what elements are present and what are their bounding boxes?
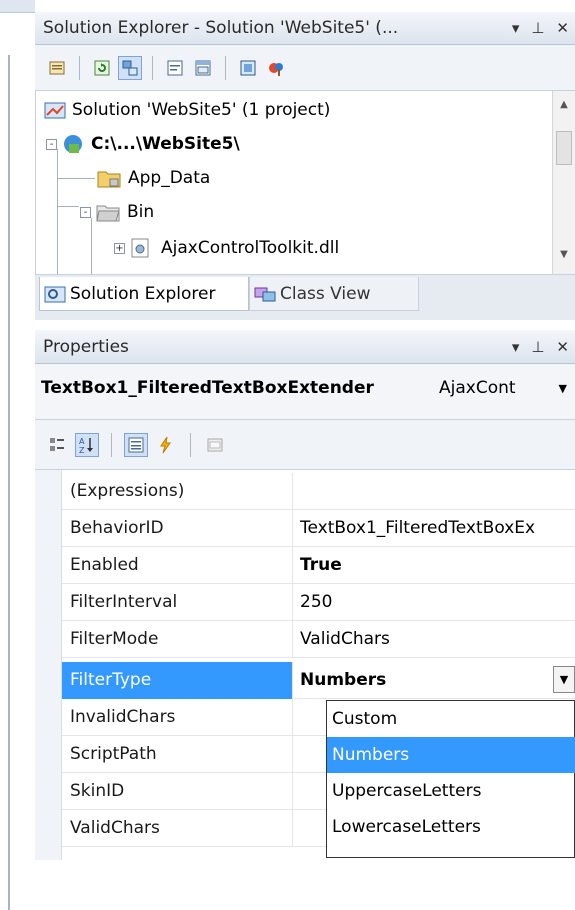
tab-solution-explorer[interactable]: Solution Explorer: [39, 277, 249, 311]
left-dock-tab[interactable]: [0, 0, 35, 13]
tab-label: Solution Explorer: [70, 283, 216, 304]
window-position-dropdown[interactable]: ▾: [512, 12, 520, 44]
svg-text:Z: Z: [79, 446, 85, 454]
collapse-icon[interactable]: -: [46, 138, 57, 150]
events-icon[interactable]: [154, 433, 178, 457]
class-view-icon: [254, 287, 276, 301]
nest-related-files-icon[interactable]: [118, 55, 142, 80]
property-name: SkinID: [70, 781, 125, 801]
property-row[interactable]: (Expressions): [62, 473, 575, 510]
folder-icon: [97, 171, 121, 188]
property-name: InvalidChars: [70, 707, 176, 727]
property-row[interactable]: Enabled True: [62, 547, 575, 584]
filter-type-dropdown-list[interactable]: Custom Numbers UppercaseLetters Lowercas…: [326, 700, 575, 858]
properties-toolbar: AZ: [35, 420, 575, 470]
asp-config-icon[interactable]: [264, 56, 288, 80]
window-position-dropdown[interactable]: ▾: [512, 330, 520, 364]
property-row[interactable]: BehaviorID TextBox1_FilteredTextBoxEx: [62, 510, 575, 547]
dropdown-option[interactable]: UppercaseLetters: [327, 773, 575, 809]
tree-item-label: AjaxControlToolkit.dll: [161, 238, 340, 258]
property-name: FilterType: [70, 670, 152, 690]
dropdown-option-selected[interactable]: Numbers: [327, 737, 575, 773]
property-name: (Expressions): [70, 481, 185, 501]
toolbar-separator: [111, 432, 112, 457]
chevron-down-icon[interactable]: ▼: [559, 382, 567, 395]
dll-icon: [131, 238, 149, 258]
scroll-up-arrow[interactable]: ▲: [553, 99, 575, 110]
dock-splitter[interactable]: [8, 55, 10, 910]
tree-item-solution[interactable]: Solution 'WebSite5' (1 project): [44, 93, 330, 127]
properties-icon[interactable]: [124, 432, 148, 457]
property-value[interactable]: TextBox1_FilteredTextBoxEx: [300, 510, 575, 547]
svg-text:A: A: [79, 437, 85, 446]
property-name: ScriptPath: [70, 744, 157, 764]
object-selector[interactable]: TextBox1_FilteredTextBoxExtender AjaxCon…: [35, 364, 575, 420]
tree-item-app-data[interactable]: App_Data: [96, 161, 210, 195]
tree-item-dll[interactable]: + AjaxControlToolkit.dll: [114, 231, 339, 265]
solution-explorer-toolbar: [35, 45, 575, 91]
categorized-icon[interactable]: [45, 433, 69, 457]
tree-guide-line: [57, 149, 58, 274]
properties-title-bar: Properties ▾ ⊥ ✕: [35, 330, 575, 364]
property-value[interactable]: 250: [300, 584, 575, 621]
website-project-icon: [64, 135, 82, 153]
property-pages-icon[interactable]: [203, 433, 227, 457]
properties-title: Properties: [43, 337, 129, 357]
copy-website-icon[interactable]: [236, 56, 260, 80]
scroll-thumb[interactable]: [556, 131, 572, 165]
toolbar-separator: [152, 55, 153, 80]
solution-explorer-icon: [44, 286, 66, 302]
alphabetical-icon[interactable]: AZ: [75, 432, 99, 457]
property-value[interactable]: ValidChars: [300, 621, 575, 658]
folder-open-icon: [96, 205, 120, 222]
property-row-selected[interactable]: FilterType Numbers ▼: [62, 662, 575, 699]
properties-icon[interactable]: [45, 56, 69, 80]
property-name: Enabled: [70, 555, 139, 575]
tab-class-view[interactable]: Class View: [249, 277, 419, 311]
dropdown-option[interactable]: LowercaseLetters: [327, 809, 575, 845]
property-name: FilterInterval: [70, 592, 178, 612]
grid-gutter: [35, 470, 62, 860]
view-code-icon[interactable]: [163, 56, 187, 80]
tree-guide-line: [57, 178, 95, 179]
toolbar-separator: [190, 432, 191, 457]
refresh-icon[interactable]: [90, 56, 114, 80]
close-icon[interactable]: ✕: [556, 330, 569, 364]
property-value[interactable]: Numbers: [300, 662, 575, 699]
tree-item-label: Solution 'WebSite5' (1 project): [72, 100, 331, 120]
dropdown-option[interactable]: Custom: [327, 701, 575, 737]
scroll-down-arrow[interactable]: ▼: [553, 249, 575, 260]
solution-explorer-title: Solution Explorer - Solution 'WebSite5' …: [43, 18, 399, 38]
auto-hide-pin-icon[interactable]: ⊥: [531, 330, 544, 364]
tree-scrollbar[interactable]: ▲ ▼: [552, 91, 575, 274]
collapse-icon[interactable]: -: [80, 206, 91, 218]
property-row[interactable]: FilterMode ValidChars: [62, 621, 575, 658]
auto-hide-pin-icon[interactable]: ⊥: [531, 12, 544, 44]
tree-item-label: C:\...\WebSite5\: [91, 134, 240, 154]
tree-guide-line: [91, 218, 92, 274]
tab-label: Class View: [280, 283, 371, 304]
tree-item-label: App_Data: [128, 168, 211, 188]
object-name: TextBox1_FilteredTextBoxExtender: [41, 378, 374, 398]
solution-icon: [44, 102, 66, 119]
property-row[interactable]: FilterInterval 250: [62, 584, 575, 621]
left-dock-strip: [0, 0, 35, 910]
toolbar-separator: [79, 55, 80, 80]
solution-tree[interactable]: Solution 'WebSite5' (1 project) - C:\...…: [35, 91, 575, 274]
tree-item-label: Bin: [127, 202, 155, 222]
property-name: BehaviorID: [70, 518, 164, 538]
close-icon[interactable]: ✕: [556, 12, 569, 44]
object-type: AjaxCont: [439, 378, 516, 398]
property-value[interactable]: True: [300, 547, 575, 584]
expand-icon[interactable]: +: [114, 242, 125, 254]
view-designer-icon[interactable]: [191, 56, 215, 80]
tree-guide-line: [57, 206, 79, 207]
solution-explorer-tab-strip: Solution Explorer Class View: [35, 274, 575, 320]
tree-item-website[interactable]: - C:\...\WebSite5\: [46, 127, 240, 161]
chevron-down-icon[interactable]: ▼: [553, 666, 575, 693]
property-name: FilterMode: [70, 629, 159, 649]
property-name: ValidChars: [70, 818, 160, 838]
solution-explorer-title-bar: Solution Explorer - Solution 'WebSite5' …: [35, 12, 575, 45]
toolbar-separator: [225, 55, 226, 80]
